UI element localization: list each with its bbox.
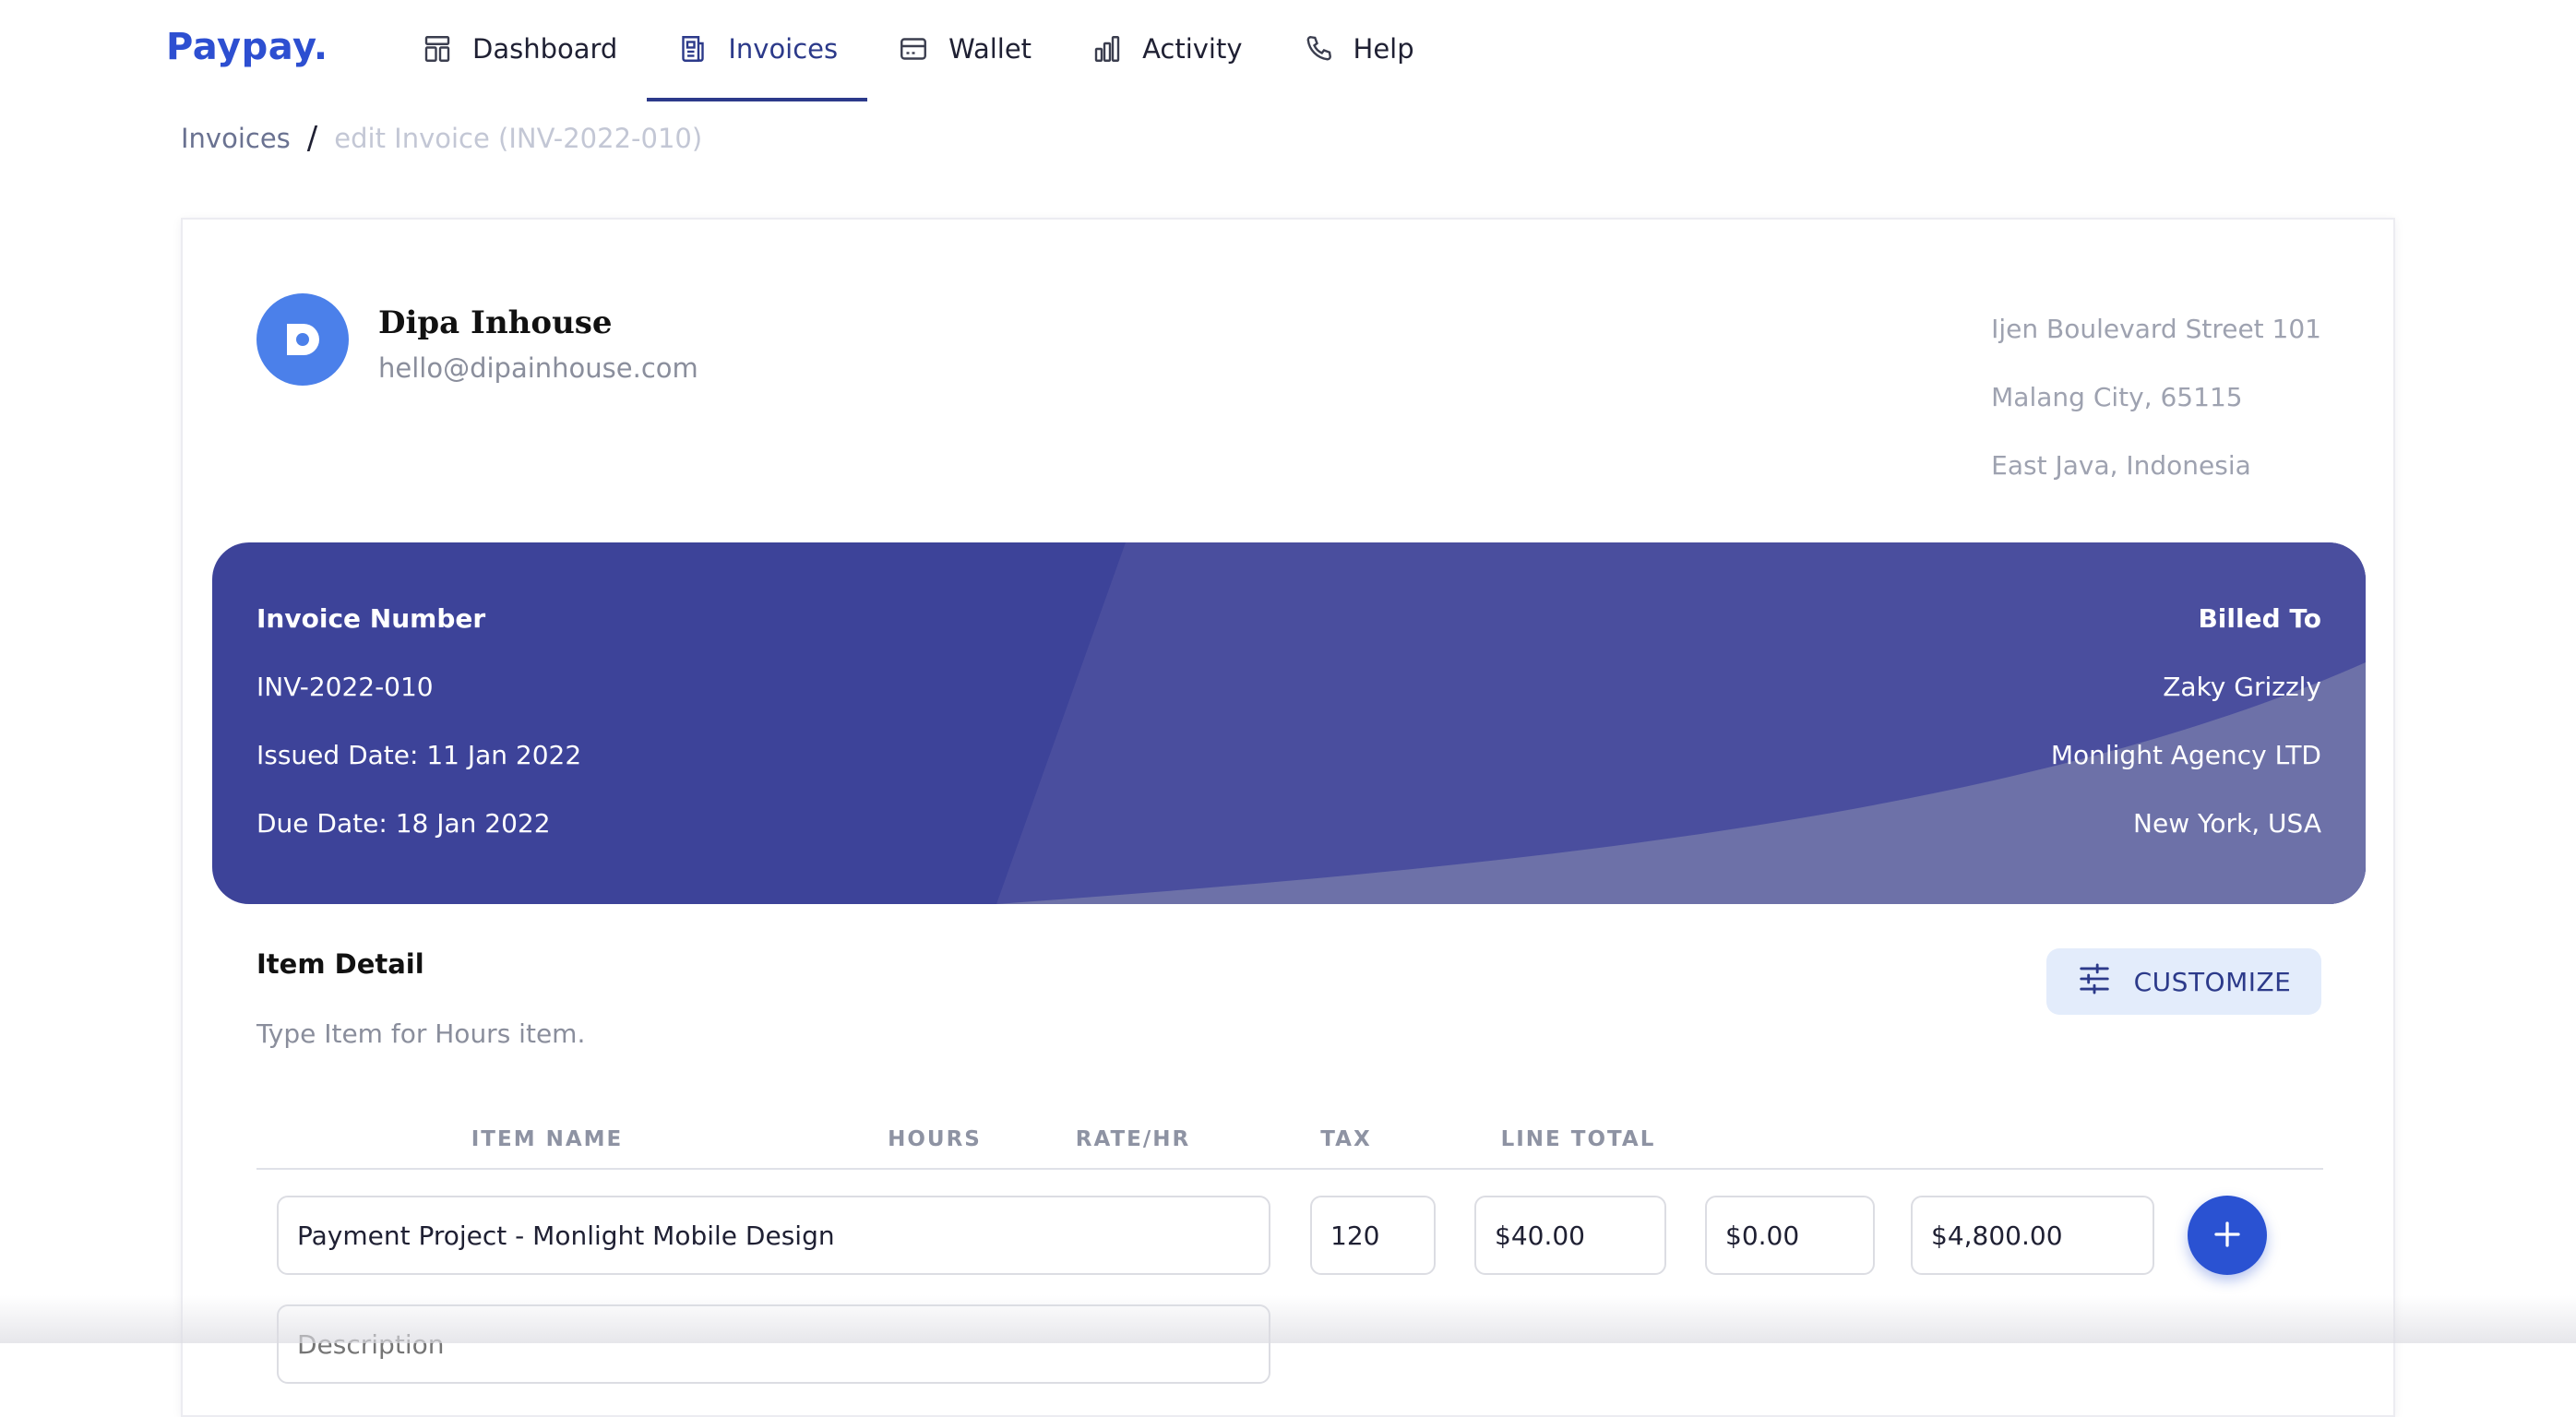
address-line: Malang City, 65115 [1991, 382, 2243, 412]
billed-to-label: Billed To [2198, 603, 2321, 634]
breadcrumb: Invoices / edit Invoice (INV-2022-010) [181, 120, 702, 157]
nav-label: Help [1353, 33, 1414, 65]
invoice-number: INV-2022-010 [256, 672, 434, 702]
nav-label: Wallet [948, 33, 1032, 65]
invoice-icon [676, 32, 710, 65]
address-line: East Java, Indonesia [1991, 450, 2251, 481]
breadcrumb-separator: / [306, 120, 318, 157]
company-logo-icon [256, 293, 349, 386]
main-nav: Dashboard Invoices Wallet Activity Help [391, 0, 1444, 101]
invoice-details: Invoice Number INV-2022-010 Issued Date:… [256, 585, 581, 858]
column-header-item-name: ITEM NAME [471, 1127, 624, 1151]
column-header-tax: TAX [1320, 1127, 1372, 1151]
nav-label: Dashboard [472, 33, 618, 65]
wallet-icon [897, 32, 930, 65]
issued-date: Issued Date: 11 Jan 2022 [256, 740, 582, 770]
paypay-logo[interactable]: Paypay. [166, 26, 328, 68]
add-item-button[interactable] [2188, 1196, 2267, 1275]
breadcrumb-current: edit Invoice (INV-2022-010) [334, 123, 703, 154]
sliders-icon [2077, 961, 2112, 1003]
column-header-rate: RATE/HR [1075, 1127, 1191, 1151]
nav-item-activity[interactable]: Activity [1061, 0, 1271, 98]
breadcrumb-invoices-link[interactable]: Invoices [181, 123, 291, 154]
phone-icon [1302, 32, 1335, 65]
dashboard-icon [421, 32, 454, 65]
rate-input[interactable] [1474, 1196, 1666, 1275]
line-total-input[interactable] [1911, 1196, 2154, 1275]
tax-input[interactable] [1705, 1196, 1875, 1275]
invoice-card: Dipa Inhouse hello@dipainhouse.com Ijen … [181, 218, 2395, 1417]
invoice-summary-banner: Invoice Number INV-2022-010 Issued Date:… [212, 542, 2366, 904]
nav-item-help[interactable]: Help [1272, 0, 1444, 98]
plus-icon [2211, 1218, 2244, 1254]
client-location: New York, USA [2133, 808, 2321, 839]
company-address: Ijen Boulevard Street 101 Malang City, 6… [1991, 295, 2321, 500]
column-header-hours: HOURS [888, 1127, 982, 1151]
description-input[interactable] [277, 1304, 1270, 1384]
company-name: Dipa Inhouse [378, 304, 613, 341]
company-email: hello@dipainhouse.com [378, 352, 698, 384]
item-detail-subtitle: Type Item for Hours item. [256, 1018, 586, 1049]
items-table-header: ITEM NAME HOURS RATE/HR TAX LINE TOTAL [256, 1127, 2323, 1170]
address-line: Ijen Boulevard Street 101 [1991, 314, 2321, 344]
customize-button[interactable]: CUSTOMIZE [2046, 948, 2321, 1015]
item-detail-title: Item Detail [256, 948, 424, 980]
column-header-line-total: LINE TOTAL [1500, 1127, 1656, 1151]
nav-item-invoices[interactable]: Invoices [647, 0, 868, 101]
nav-item-dashboard[interactable]: Dashboard [391, 0, 647, 98]
due-date: Due Date: 18 Jan 2022 [256, 808, 551, 839]
billed-to-details: Billed To Zaky Grizzly Monlight Agency L… [2051, 585, 2321, 858]
customize-label: CUSTOMIZE [2133, 966, 2292, 997]
client-company: Monlight Agency LTD [2050, 740, 2321, 770]
activity-chart-icon [1091, 32, 1124, 65]
invoice-number-label: Invoice Number [256, 603, 486, 634]
nav-label: Activity [1142, 33, 1243, 65]
nav-item-wallet[interactable]: Wallet [867, 0, 1061, 98]
nav-label: Invoices [728, 33, 839, 65]
item-name-input[interactable] [277, 1196, 1270, 1275]
client-name: Zaky Grizzly [2163, 672, 2321, 702]
hours-input[interactable] [1310, 1196, 1436, 1275]
